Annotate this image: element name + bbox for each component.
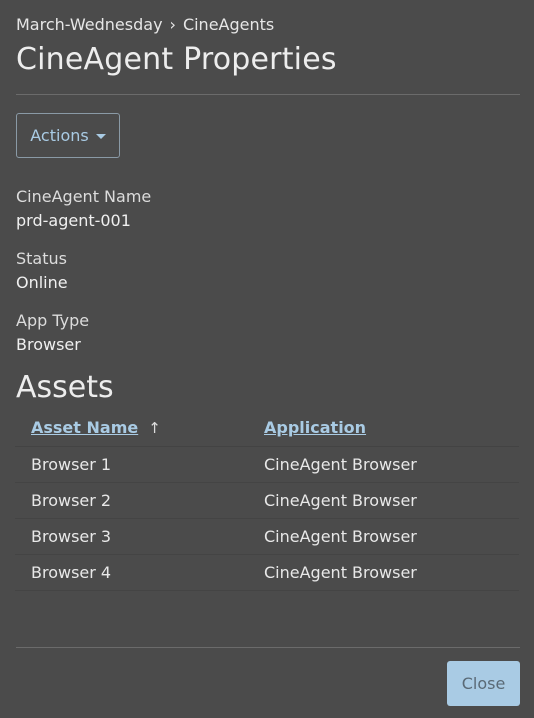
breadcrumb-separator: › [169, 15, 176, 34]
arrow-up-icon: ↑ [148, 419, 161, 438]
asset-name-cell: Browser 4 [15, 554, 248, 591]
asset-name-cell: Browser 1 [15, 446, 248, 483]
property-value: Browser [16, 335, 81, 354]
application-cell: CineAgent Browser [248, 446, 519, 483]
assets-heading: Assets [16, 370, 114, 405]
breadcrumb: March-Wednesday › CineAgents [16, 15, 274, 34]
column-header-label[interactable]: Application [264, 418, 366, 437]
actions-button[interactable]: Actions [16, 113, 120, 158]
assets-table: Asset Name ↑ Application Browser 1 CineAg… [15, 410, 519, 591]
property-label: Status [16, 249, 67, 268]
close-button[interactable]: Close [447, 661, 520, 706]
property-label: App Type [16, 311, 90, 330]
property-value: Online [16, 273, 68, 292]
table-row: Browser 4 CineAgent Browser [15, 554, 519, 591]
column-header-application[interactable]: Application [248, 410, 519, 447]
caret-down-icon [95, 133, 106, 139]
properties-panel: March-Wednesday › CineAgents CineAgent Pro… [0, 0, 534, 718]
property-status: Status Online [16, 249, 68, 292]
table-row: Browser 3 CineAgent Browser [15, 518, 519, 555]
property-value: prd-agent-001 [16, 211, 131, 230]
property-app-type: App Type Browser [16, 311, 89, 354]
breadcrumb-current[interactable]: CineAgents [183, 15, 274, 34]
asset-name-cell: Browser 2 [15, 482, 248, 519]
application-cell: CineAgent Browser [248, 482, 519, 519]
footer-divider [16, 647, 520, 648]
header-divider [16, 94, 520, 95]
column-header-asset-name[interactable]: Asset Name ↑ [15, 410, 248, 447]
application-cell: CineAgent Browser [248, 554, 519, 591]
page-title: CineAgent Properties [16, 42, 337, 77]
column-header-label[interactable]: Asset Name [31, 418, 138, 437]
breadcrumb-parent[interactable]: March-Wednesday [16, 15, 163, 34]
property-label: CineAgent Name [16, 187, 152, 206]
table-row: Browser 1 CineAgent Browser [15, 446, 519, 483]
asset-name-cell: Browser 3 [15, 518, 248, 555]
actions-button-label: Actions [30, 126, 89, 145]
table-row: Browser 2 CineAgent Browser [15, 482, 519, 519]
property-cineagent-name: CineAgent Name prd-agent-001 [16, 187, 151, 230]
application-cell: CineAgent Browser [248, 518, 519, 555]
table-header-row: Asset Name ↑ Application [15, 410, 519, 447]
